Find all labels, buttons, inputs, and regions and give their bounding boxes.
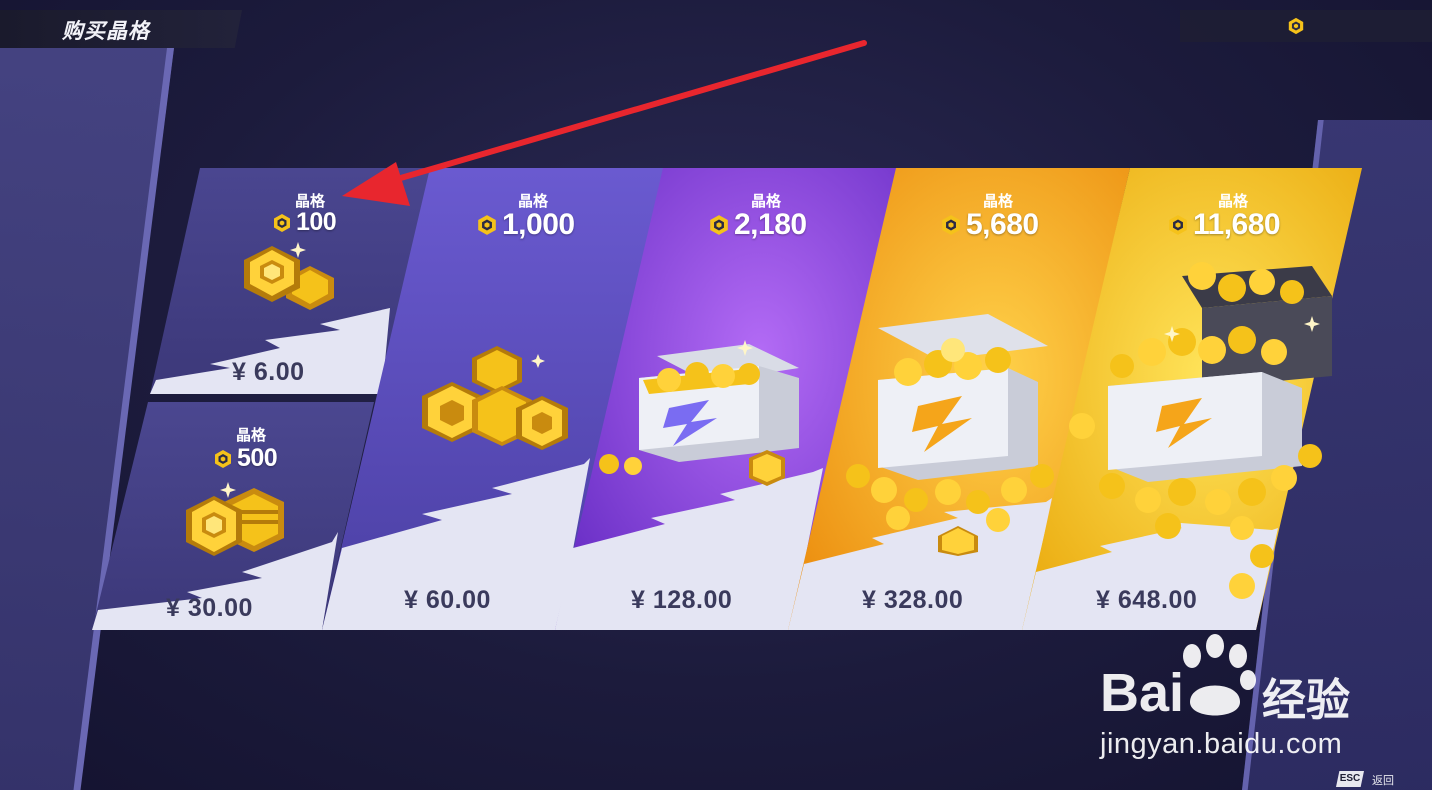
watermark-brand-cn: 经验 [1262,675,1350,726]
package-title: 晶格 [235,427,266,444]
currency-bar [1180,10,1432,42]
package-price: ¥ 328.00 [862,586,964,614]
package-amount: 11,680 [1193,208,1281,241]
package-amount: 500 [237,444,278,472]
crystal-coin-icon [942,215,960,235]
crystal-coin-icon [710,215,728,235]
crystal-coin-icon [274,213,290,232]
coin-pile-icon [422,346,568,450]
page-title: 购买晶格 [62,20,150,43]
package-price: ¥ 128.00 [631,586,733,614]
watermark-brand: Bai [1100,663,1185,723]
crystal-coin-icon [1169,215,1187,235]
package-price: ¥ 60.00 [404,586,491,614]
coin-stack-icon [186,482,284,556]
esc-key-badge[interactable]: ESC [1336,771,1364,787]
package-price: ¥ 30.00 [166,594,253,622]
package-card-11680[interactable]: 晶格 11,680 ¥ 648.00 [1022,168,1362,630]
crystal-coin-icon [478,215,496,235]
treasure-chest-icon [599,340,799,486]
package-price: ¥ 648.00 [1096,586,1198,614]
package-price: ¥ 6.00 [232,358,305,386]
watermark-url: jingyan.baidu.com [1100,728,1343,760]
treasure-pile-icon [1069,262,1332,599]
crystal-coin-icon [1288,17,1304,35]
back-label[interactable]: 返回 [1372,772,1394,788]
crystal-coin-icon [215,449,231,468]
